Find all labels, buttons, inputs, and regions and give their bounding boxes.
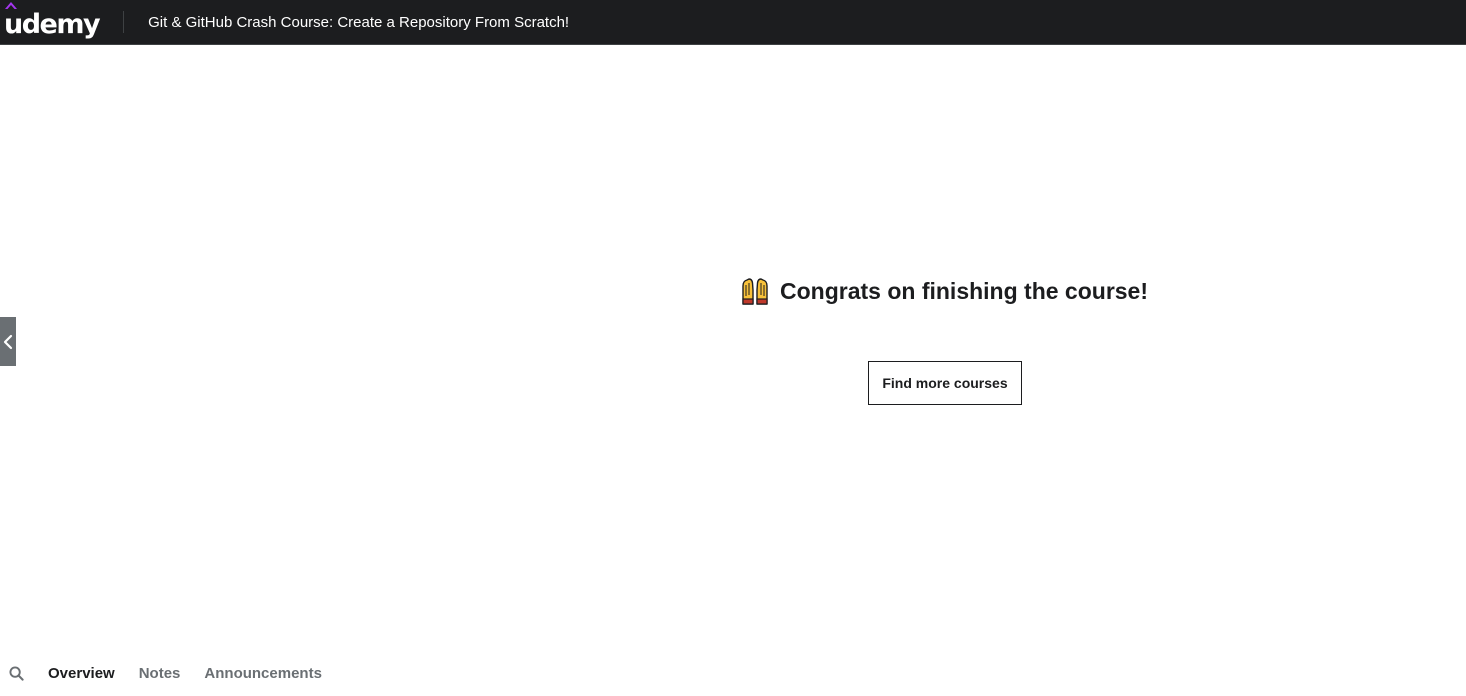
- raised-hands-icon: [742, 278, 768, 305]
- main-content: Congrats on finishing the course! Find m…: [0, 46, 1466, 650]
- search-tab-button[interactable]: [8, 665, 24, 681]
- course-tabs: Overview Notes Announcements: [0, 650, 1466, 696]
- congrats-banner: Congrats on finishing the course!: [740, 276, 1148, 306]
- tab-notes[interactable]: Notes: [139, 665, 181, 682]
- sidebar-toggle-button[interactable]: [0, 317, 16, 366]
- header-divider: [123, 11, 125, 33]
- find-more-courses-button[interactable]: Find more courses: [868, 361, 1022, 405]
- tab-announcements[interactable]: Announcements: [204, 665, 322, 682]
- logo-text: udemy: [4, 8, 101, 40]
- search-icon: [8, 665, 24, 681]
- tab-overview[interactable]: Overview: [48, 665, 115, 682]
- logo-mark-icon: [5, 1, 17, 9]
- chevron-left-icon: [3, 334, 13, 349]
- congrats-message: Congrats on finishing the course!: [780, 277, 1149, 304]
- course-title[interactable]: Git & GitHub Crash Course: Create a Repo…: [148, 14, 569, 31]
- top-header: udemy Git & GitHub Crash Course: Create …: [0, 0, 1466, 45]
- udemy-logo[interactable]: udemy: [4, 0, 101, 45]
